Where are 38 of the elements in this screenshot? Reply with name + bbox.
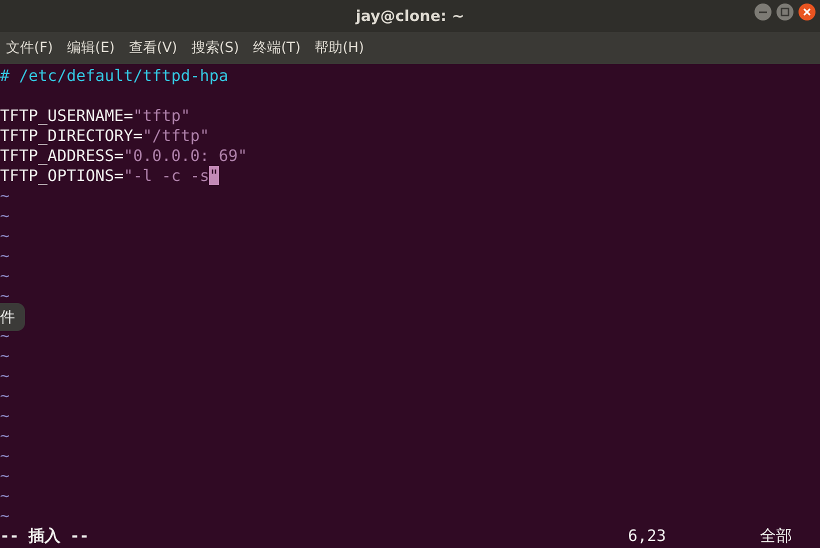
empty-line-marker: ~ bbox=[0, 246, 10, 265]
scroll-indicator: 全部 bbox=[760, 526, 792, 546]
config-key: TFTP_ADDRESS= bbox=[0, 146, 124, 165]
config-key: TFTP_OPTIONS= bbox=[0, 166, 124, 185]
empty-line-marker: ~ bbox=[0, 506, 10, 525]
empty-line-marker: ~ bbox=[0, 386, 10, 405]
config-value: "tftp" bbox=[133, 106, 190, 125]
empty-line-marker: ~ bbox=[0, 366, 10, 385]
mode-indicator: -- 插入 -- bbox=[0, 526, 90, 546]
config-value: "0.0.0.0: 69" bbox=[124, 146, 248, 165]
window-title: jay@clone: ~ bbox=[356, 7, 464, 25]
empty-line-marker: ~ bbox=[0, 346, 10, 365]
config-key: TFTP_USERNAME= bbox=[0, 106, 134, 125]
tooltip: 件 bbox=[0, 303, 25, 331]
code-comment: # /etc/default/tftpd-hpa bbox=[0, 66, 228, 85]
empty-line-marker: ~ bbox=[0, 206, 10, 225]
close-icon[interactable] bbox=[798, 3, 816, 21]
empty-line-marker: ~ bbox=[0, 486, 10, 505]
empty-line-marker: ~ bbox=[0, 466, 10, 485]
menu-item[interactable]: 搜索(S) bbox=[191, 39, 240, 57]
cursor-position: 6,23 bbox=[628, 526, 668, 546]
empty-line-marker: ~ bbox=[0, 186, 10, 205]
menu-item[interactable]: 查看(V) bbox=[128, 39, 178, 57]
empty-line-marker: ~ bbox=[0, 446, 10, 465]
config-key: TFTP_DIRECTORY= bbox=[0, 126, 143, 145]
text-cursor: " bbox=[209, 166, 219, 185]
menu-item[interactable]: 帮助(H) bbox=[314, 39, 364, 57]
empty-line-marker: ~ bbox=[0, 426, 10, 445]
empty-line-marker: ~ bbox=[0, 226, 10, 245]
menu-item[interactable]: 文件(F) bbox=[6, 39, 53, 57]
empty-line-marker: ~ bbox=[0, 406, 10, 425]
empty-line-marker: ~ bbox=[0, 266, 10, 285]
empty-line-marker: ~ bbox=[0, 286, 10, 305]
config-value: "-l -c -s bbox=[124, 166, 210, 185]
minimize-icon[interactable] bbox=[754, 3, 772, 21]
menu-item[interactable]: 编辑(E) bbox=[66, 39, 115, 57]
menu-item[interactable]: 终端(T) bbox=[253, 39, 301, 57]
config-value: "/tftp" bbox=[142, 126, 210, 145]
